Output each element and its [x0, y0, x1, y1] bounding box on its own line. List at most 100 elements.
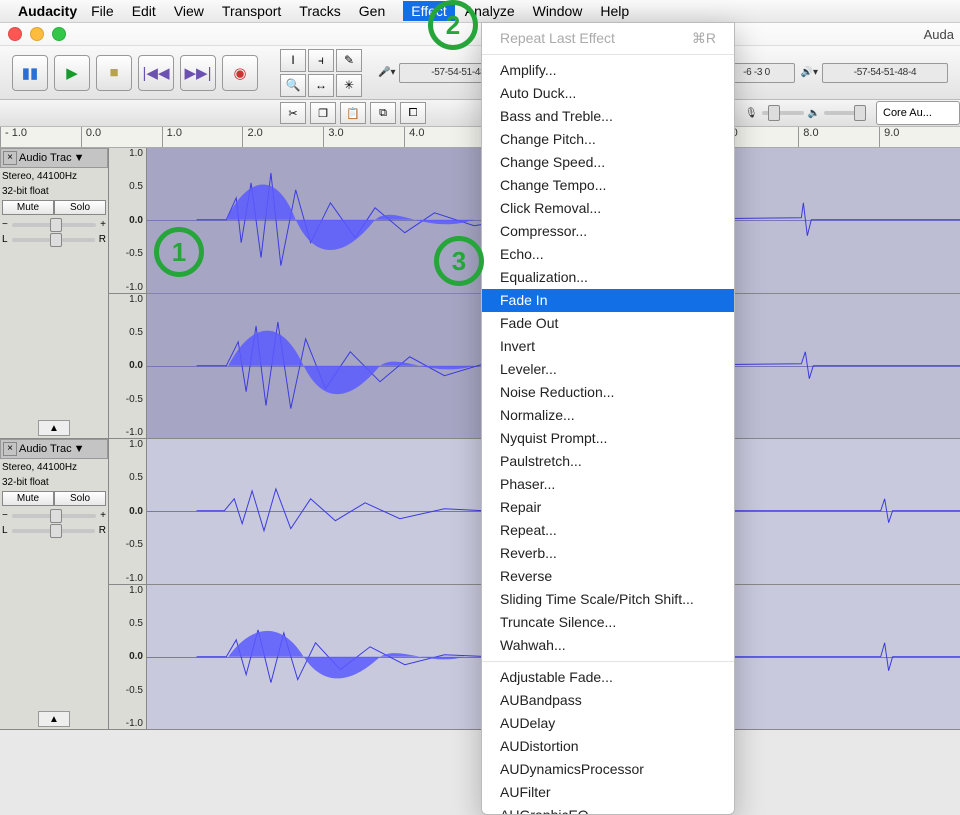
menu-item-reverse[interactable]: Reverse [482, 565, 734, 588]
menu-item-augraphiceq[interactable]: AUGraphicEQ [482, 804, 734, 815]
menu-view[interactable]: View [174, 3, 204, 19]
play-button[interactable]: ▶ [54, 55, 90, 91]
multi-tool[interactable]: ✳ [336, 74, 362, 97]
track-close-button[interactable]: × [3, 151, 17, 165]
annotation-marker-1: 1 [154, 227, 204, 277]
play-volume-track[interactable] [824, 111, 866, 115]
menu-item-echo-[interactable]: Echo... [482, 243, 734, 266]
menu-item-aubandpass[interactable]: AUBandpass [482, 689, 734, 712]
track-2-panel: × Audio Trac ▼ Stereo, 44100Hz 32-bit fl… [0, 439, 109, 729]
menu-item-invert[interactable]: Invert [482, 335, 734, 358]
minimize-window-button[interactable] [30, 27, 44, 41]
menu-item-auto-duck-[interactable]: Auto Duck... [482, 82, 734, 105]
speaker-icon[interactable]: 🔊▾ [801, 67, 818, 78]
menu-window[interactable]: Window [533, 3, 583, 19]
track-1: × Audio Trac ▼ Stereo, 44100Hz 32-bit fl… [0, 148, 960, 439]
menu-help[interactable]: Help [600, 3, 629, 19]
playback-meter: 🔊▾ -57-54-51-48-4 [801, 63, 948, 83]
menu-transport[interactable]: Transport [222, 3, 281, 19]
menu-item-reverb-[interactable]: Reverb... [482, 542, 734, 565]
solo-button[interactable]: Solo [54, 491, 106, 506]
menu-item-repair[interactable]: Repair [482, 496, 734, 519]
pan-slider[interactable]: LR [2, 234, 106, 245]
timeshift-tool[interactable]: ↔ [308, 74, 334, 97]
ruler-tick: 1.0 [162, 127, 243, 147]
menu-item-equalization-[interactable]: Equalization... [482, 266, 734, 289]
menu-file[interactable]: File [91, 3, 114, 19]
menu-item-click-removal-[interactable]: Click Removal... [482, 197, 734, 220]
menu-item-aufilter[interactable]: AUFilter [482, 781, 734, 804]
menu-item-wahwah-[interactable]: Wahwah... [482, 634, 734, 657]
menu-item-fade-out[interactable]: Fade Out [482, 312, 734, 335]
rec-volume-slider: 🎙 🔈 [745, 108, 866, 119]
track-close-button[interactable]: × [3, 442, 17, 456]
skip-start-button[interactable]: |◀◀ [138, 55, 174, 91]
menu-item-change-tempo-[interactable]: Change Tempo... [482, 174, 734, 197]
menu-item-truncate-silence-[interactable]: Truncate Silence... [482, 611, 734, 634]
menu-item-normalize-[interactable]: Normalize... [482, 404, 734, 427]
pan-slider[interactable]: LR [2, 525, 106, 536]
record-button[interactable]: ◉ [222, 55, 258, 91]
app-name[interactable]: Audacity [18, 3, 77, 19]
menu-item-sliding-time-scale-pitch-shift-[interactable]: Sliding Time Scale/Pitch Shift... [482, 588, 734, 611]
selection-tool[interactable]: I [280, 49, 306, 72]
menu-item-audelay[interactable]: AUDelay [482, 712, 734, 735]
menu-separator [482, 54, 734, 55]
collapse-button[interactable]: ▲ [38, 420, 70, 436]
menu-tracks[interactable]: Tracks [299, 3, 340, 19]
play-meter-scale[interactable]: -57-54-51-48-4 [822, 63, 948, 83]
rec-volume-track[interactable] [762, 111, 804, 115]
solo-button[interactable]: Solo [54, 200, 106, 215]
mute-button[interactable]: Mute [2, 200, 54, 215]
track-name[interactable]: Audio Trac [19, 443, 72, 455]
track-format: Stereo, 44100Hz [2, 461, 106, 474]
menu-item-phaser-[interactable]: Phaser... [482, 473, 734, 496]
window-titlebar: Auda [0, 23, 960, 46]
mic-icon[interactable]: 🎤▾ [378, 67, 395, 78]
menu-item-amplify-[interactable]: Amplify... [482, 59, 734, 82]
close-window-button[interactable] [8, 27, 22, 41]
time-ruler[interactable]: - 1.0 0.0 1.0 2.0 3.0 4.0 7.0 8.0 9.0 [0, 127, 960, 148]
audio-host-select[interactable]: Core Au... [876, 101, 960, 125]
track-name[interactable]: Audio Trac [19, 152, 72, 164]
envelope-tool[interactable]: ⫞ [308, 49, 334, 72]
gain-slider[interactable]: −+ [2, 219, 106, 230]
track-format: Stereo, 44100Hz [2, 170, 106, 183]
menu-item-change-speed-[interactable]: Change Speed... [482, 151, 734, 174]
menu-item-compressor-[interactable]: Compressor... [482, 220, 734, 243]
draw-tool[interactable]: ✎ [336, 49, 362, 72]
menu-item-change-pitch-[interactable]: Change Pitch... [482, 128, 734, 151]
menu-separator [482, 661, 734, 662]
ruler-tick: 0.0 [81, 127, 162, 147]
menu-generate[interactable]: Gen [359, 3, 385, 19]
transport-toolbar: ▮▮ ▶ ■ |◀◀ ▶▶| ◉ I ⫞ ✎ 🔍 ↔ ✳ 🎤▾ -57-54-5… [0, 46, 960, 100]
copy-button[interactable]: ❐ [310, 102, 336, 124]
mute-button[interactable]: Mute [2, 491, 54, 506]
ruler-tick: 8.0 [798, 127, 879, 147]
menu-item-audynamicsprocessor[interactable]: AUDynamicsProcessor [482, 758, 734, 781]
speaker-slider-icon: 🔈 [808, 108, 820, 119]
menu-item-bass-and-treble-[interactable]: Bass and Treble... [482, 105, 734, 128]
menu-item-leveler-[interactable]: Leveler... [482, 358, 734, 381]
zoom-tool[interactable]: 🔍 [280, 74, 306, 97]
menu-item-noise-reduction-[interactable]: Noise Reduction... [482, 381, 734, 404]
silence-button[interactable]: ⧠ [400, 102, 426, 124]
cut-button[interactable]: ✂ [280, 102, 306, 124]
pause-button[interactable]: ▮▮ [12, 55, 48, 91]
paste-button[interactable]: 📋 [340, 102, 366, 124]
gain-slider[interactable]: −+ [2, 510, 106, 521]
menu-item-repeat-[interactable]: Repeat... [482, 519, 734, 542]
menu-item-adjustable-fade-[interactable]: Adjustable Fade... [482, 666, 734, 689]
track-menu-icon[interactable]: ▼ [74, 152, 85, 164]
stop-button[interactable]: ■ [96, 55, 132, 91]
menu-item-paulstretch-[interactable]: Paulstretch... [482, 450, 734, 473]
menu-item-fade-in[interactable]: Fade In [482, 289, 734, 312]
menu-item-nyquist-prompt-[interactable]: Nyquist Prompt... [482, 427, 734, 450]
trim-button[interactable]: ⧉ [370, 102, 396, 124]
collapse-button[interactable]: ▲ [38, 711, 70, 727]
zoom-window-button[interactable] [52, 27, 66, 41]
menu-item-audistortion[interactable]: AUDistortion [482, 735, 734, 758]
skip-end-button[interactable]: ▶▶| [180, 55, 216, 91]
menu-edit[interactable]: Edit [132, 3, 156, 19]
track-menu-icon[interactable]: ▼ [74, 443, 85, 455]
